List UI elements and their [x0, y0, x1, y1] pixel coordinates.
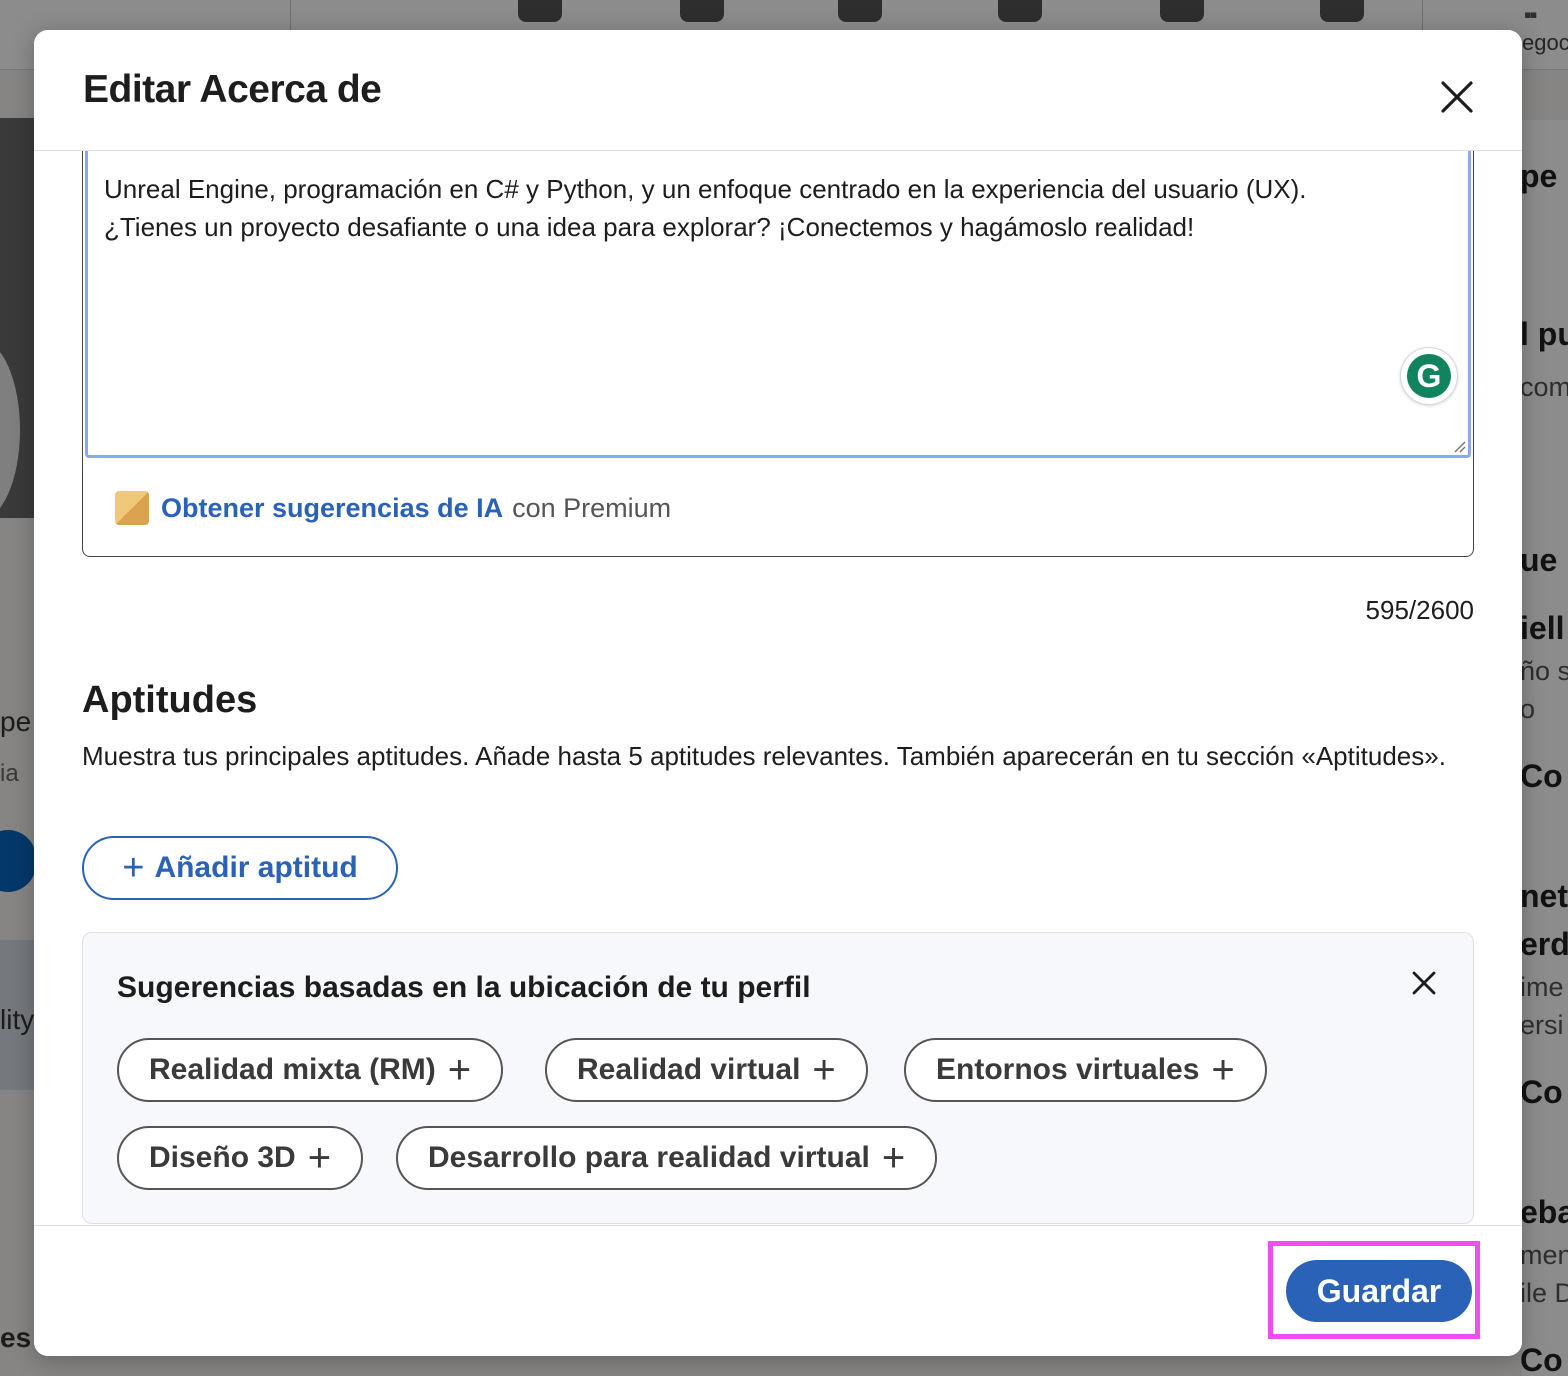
- skill-chip-label: Desarrollo para realidad virtual: [428, 1141, 870, 1174]
- ai-suggestions-link[interactable]: Obtener sugerencias de IA: [161, 493, 503, 524]
- plus-icon: +: [812, 1048, 836, 1092]
- ai-suggestions-row: Obtener sugerencias de IA con Premium: [115, 488, 671, 528]
- modal-footer: Guardar: [34, 1225, 1522, 1356]
- dismiss-suggestions-icon[interactable]: [1408, 967, 1440, 999]
- about-text-clipped-line: …en Unity y Unreal…: [104, 162, 1454, 170]
- plus-icon: +: [307, 1136, 332, 1180]
- add-skill-button[interactable]: + Añadir aptitud: [82, 836, 398, 900]
- skill-chip[interactable]: Realidad virtual +: [545, 1038, 868, 1102]
- skill-chip-label: Entornos virtuales: [936, 1053, 1200, 1086]
- plus-icon: +: [122, 847, 145, 889]
- grammarly-icon: G: [1407, 354, 1451, 398]
- ai-suggestions-suffix: con Premium: [512, 492, 672, 523]
- save-button[interactable]: Guardar: [1286, 1260, 1472, 1322]
- suggestions-heading: Sugerencias basadas en la ubicación de t…: [117, 971, 811, 1004]
- about-field: …en Unity y Unreal… Unreal Engine, progr…: [82, 151, 1474, 557]
- grammarly-button[interactable]: G: [1400, 347, 1458, 405]
- modal-body: …en Unity y Unreal… Unreal Engine, progr…: [34, 151, 1522, 1225]
- premium-icon: [115, 491, 149, 525]
- close-button[interactable]: [1434, 74, 1480, 120]
- skills-description: Muestra tus principales aptitudes. Añade…: [82, 741, 1446, 771]
- skills-heading: Aptitudes: [82, 679, 258, 721]
- plus-icon: +: [1211, 1048, 1235, 1092]
- about-text-line: ¿Tienes un proyecto desafiante o una ide…: [104, 212, 1195, 242]
- about-text[interactable]: …en Unity y Unreal… Unreal Engine, progr…: [104, 162, 1454, 246]
- plus-icon: +: [447, 1048, 472, 1092]
- character-counter: 595/2600: [1365, 595, 1474, 625]
- skill-chip[interactable]: Desarrollo para realidad virtual +: [396, 1126, 938, 1190]
- close-icon: [1441, 81, 1473, 113]
- add-skill-label: Añadir aptitud: [154, 851, 358, 884]
- skill-chip-label: Realidad mixta (RM): [149, 1053, 436, 1086]
- skill-chip[interactable]: Realidad mixta (RM) +: [117, 1038, 504, 1102]
- skill-suggestions-panel: Sugerencias basadas en la ubicación de t…: [82, 932, 1474, 1224]
- about-textarea[interactable]: …en Unity y Unreal… Unreal Engine, progr…: [85, 151, 1471, 458]
- about-text-line: Unreal Engine, programación en C# y Pyth…: [104, 174, 1307, 204]
- skill-chip-label: Realidad virtual: [577, 1053, 801, 1086]
- modal-title: Editar Acerca de: [83, 68, 382, 111]
- resize-handle-icon[interactable]: [1452, 439, 1466, 453]
- edit-about-modal: Editar Acerca de …en Unity y Unreal… Unr…: [34, 30, 1522, 1356]
- skill-chip[interactable]: Diseño 3D +: [117, 1126, 364, 1190]
- modal-header: Editar Acerca de: [34, 30, 1522, 151]
- skill-chip-label: Diseño 3D: [149, 1141, 296, 1174]
- plus-icon: +: [881, 1136, 906, 1180]
- skill-chip[interactable]: Entornos virtuales +: [904, 1038, 1267, 1102]
